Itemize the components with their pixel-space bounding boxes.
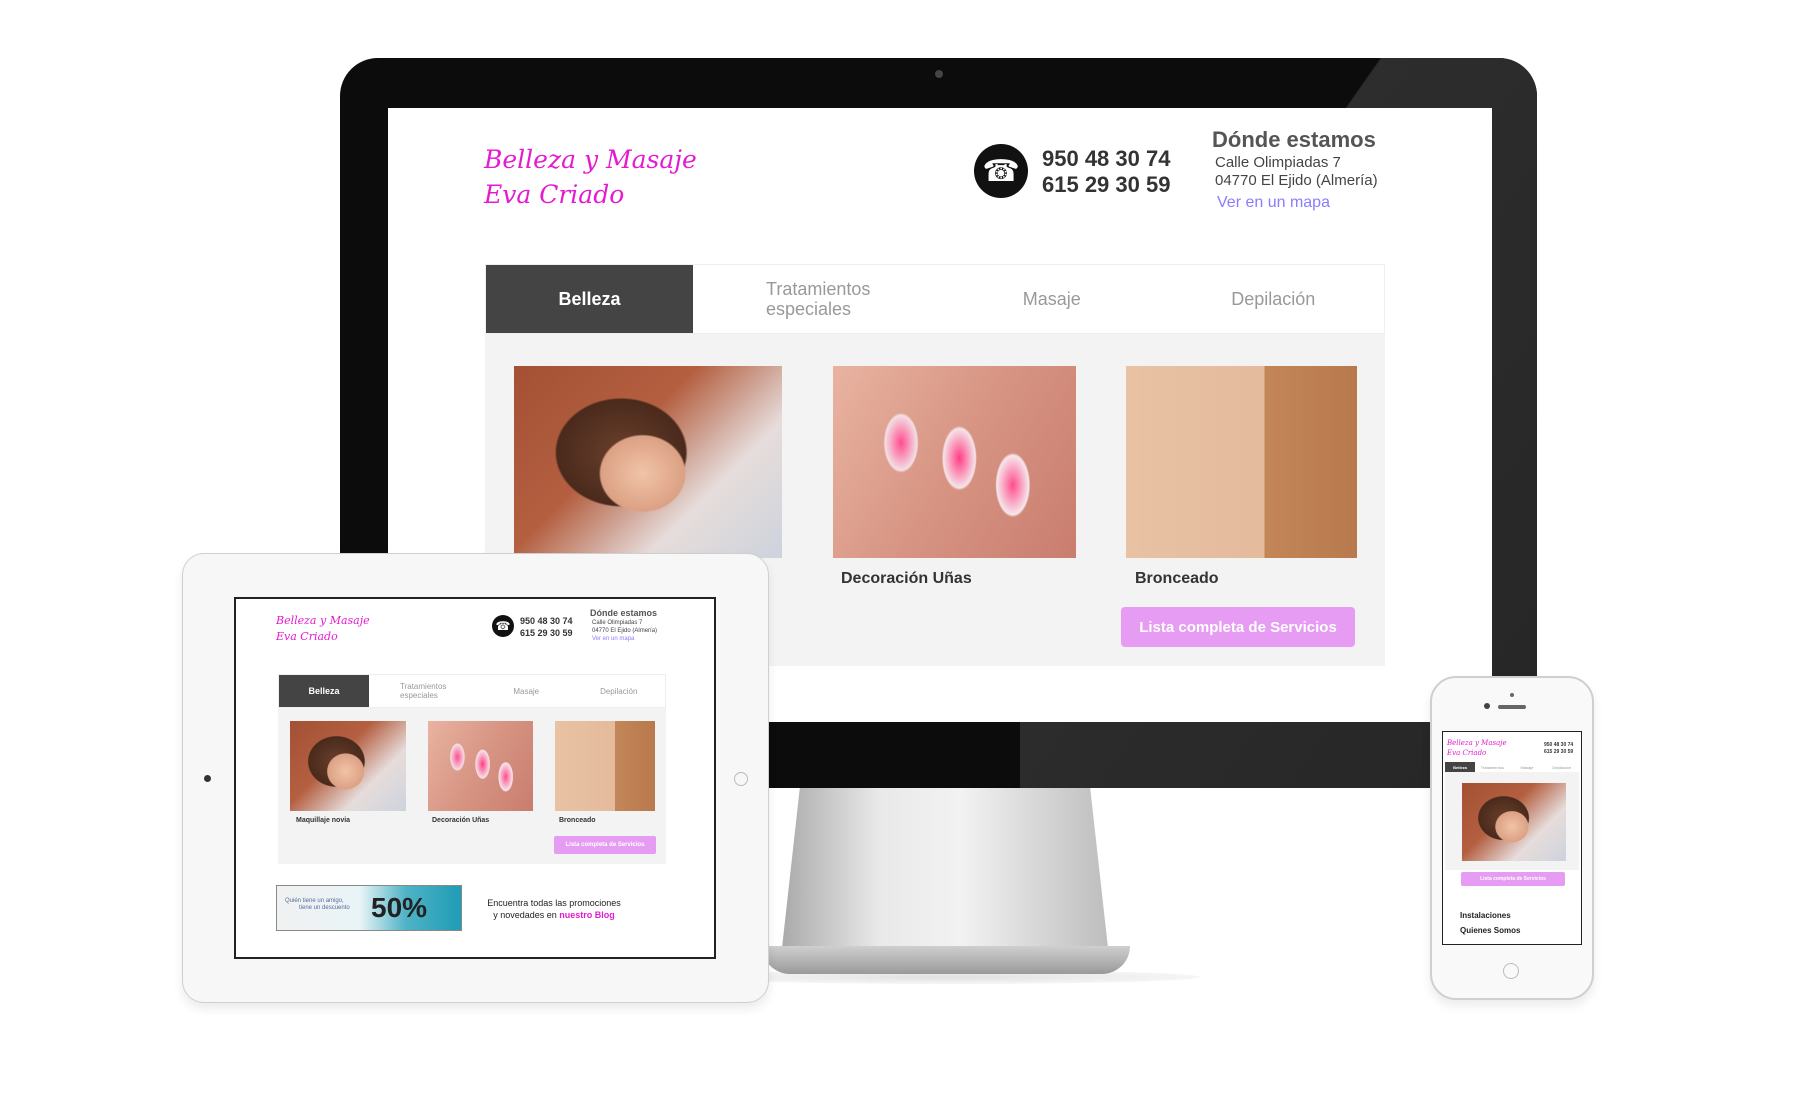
promo-text-line-1: Encuentra todas las promociones [487,898,621,908]
tab-masaje[interactable]: Masaje [941,265,1163,333]
promo-text-line-2: y novedades en [493,910,557,920]
tablet-tab-belleza[interactable]: Belleza [279,675,369,707]
tablet-location-heading: Dónde estamos [590,608,658,618]
phone-tab-depilacion[interactable]: Depilación [1544,762,1579,772]
iphone-sensor [1510,693,1514,697]
tablet-image-tan[interactable] [555,721,655,811]
phone-services-panel [1445,772,1579,870]
tablet-caption-tan[interactable]: Bronceado [559,817,596,824]
location-heading: Dónde estamos [1212,127,1376,152]
tab-tratamientos[interactable]: Tratamientos especiales [693,265,941,333]
tablet-tab-tratamientos-label: Tratamientos especiales [400,682,447,700]
tablet-services-button[interactable]: Lista completa de Servicios [554,836,656,854]
phone-tab-tratamientos[interactable]: Tratamientos [1475,762,1510,772]
tablet-map-link[interactable]: Ver en un mapa [592,635,657,644]
ipad-home-button [734,772,748,786]
phone-menu: Instalaciones Quienes Somos [1460,908,1520,938]
tablet-caption-bride[interactable]: Maquillaje novia [296,817,350,824]
tab-belleza[interactable]: Belleza [486,265,693,333]
phone-site-number-2[interactable]: 615 29 30 59 [1544,749,1573,756]
service-caption-nails[interactable]: Decoración Uñas [841,570,972,588]
tab-tratamientos-label: Tratamientos especiales [766,279,871,319]
phone-site-number-1[interactable]: 950 48 30 74 [1544,742,1573,749]
imac-camera [935,70,943,78]
location-block: Dónde estamos Calle Olimpiadas 7 04770 E… [1212,126,1378,214]
iphone-home-button [1503,963,1519,979]
logo-line-2: Eva Criado [484,180,625,209]
iphone-camera [1484,703,1490,709]
tablet-logo-line-2: Eva Criado [276,630,338,643]
promo-banner-value: 50% [371,892,428,923]
site-logo[interactable]: Belleza y Masaje Eva Criado [484,142,697,212]
promo-banner-line-2: tiene un descuento [299,905,350,911]
tablet-phone-1[interactable]: 950 48 30 74 [520,615,573,627]
tablet-logo[interactable]: Belleza y Masaje Eva Criado [276,613,370,645]
service-tabs: Belleza Tratamientos especiales Masaje D… [485,264,1385,334]
logo-line-1: Belleza y Masaje [484,145,697,174]
tablet-image-nails[interactable] [428,721,533,811]
phone-menu-item-quienes-somos[interactable]: Quienes Somos [1460,923,1520,938]
service-image-nails[interactable] [833,366,1076,558]
service-caption-tan[interactable]: Bronceado [1135,570,1219,588]
imac-stand [780,788,1110,966]
phone-service-tabs: Belleza Tratamientos Masaje Depilación [1445,762,1579,772]
tablet-caption-nails[interactable]: Decoración Uñas [432,817,489,824]
phone-screen: Belleza y Masaje Eva Criado 950 48 30 74… [1442,731,1582,945]
phone-number-1[interactable]: 950 48 30 74 [1042,146,1170,172]
tablet-service-tabs: Belleza Tratamientos especiales Masaje D… [278,674,666,708]
ipad-camera [204,775,211,782]
map-link[interactable]: Ver en un mapa [1217,192,1378,214]
imac-foot [762,946,1130,974]
tablet-phone-numbers: 950 48 30 74 615 29 30 59 [520,615,573,639]
phone-number-2[interactable]: 615 29 30 59 [1042,172,1170,198]
tablet-tab-tratamientos[interactable]: Tratamientos especiales [369,675,480,707]
phone-icon: ☎ [974,144,1028,198]
promo-banner-line-1: Quién tiene un amigo, [285,898,344,904]
tablet-phone-2[interactable]: 615 29 30 59 [520,627,573,639]
phone-tab-belleza[interactable]: Belleza [1445,762,1475,772]
phone-logo[interactable]: Belleza y Masaje Eva Criado [1447,738,1507,758]
phone-numbers: 950 48 30 74 615 29 30 59 [1042,146,1170,198]
phone-tab-masaje[interactable]: Masaje [1510,762,1545,772]
tablet-tab-masaje[interactable]: Masaje [480,675,573,707]
phone-image-bride[interactable] [1462,783,1566,861]
phone-services-button[interactable]: Lista completa de Servicios [1461,872,1565,886]
tablet-address-1: Calle Olimpiadas 7 [592,620,643,626]
promo-banner[interactable]: Quién tiene un amigo, tiene un descuento… [276,885,462,931]
address-line-1: Calle Olimpiadas 7 [1215,154,1341,171]
phone-logo-line-1: Belleza y Masaje [1447,739,1507,747]
iphone-speaker [1498,705,1526,709]
service-image-bride[interactable] [514,366,782,558]
promo-banner-text: Quién tiene un amigo, tiene un descuento [285,898,350,912]
tablet-tab-depilacion[interactable]: Depilación [573,675,666,707]
tablet-logo-line-1: Belleza y Masaje [276,614,370,627]
services-list-button[interactable]: Lista completa de Servicios [1121,607,1355,647]
tab-depilacion[interactable]: Depilación [1163,265,1385,333]
blog-link[interactable]: nuestro Blog [559,910,615,920]
tablet-services-panel: Maquillaje novia Decoración Uñas Broncea… [278,708,666,864]
tablet-address-2: 04770 El Ejido (Almería) [592,628,658,634]
tablet-image-bride[interactable] [290,721,406,811]
promo-text: Encuentra todas las promociones y noveda… [464,897,644,921]
phone-site-numbers: 950 48 30 74 615 29 30 59 [1544,742,1573,756]
address-line-2: 04770 El Ejido (Almería) [1215,172,1378,189]
service-image-tan[interactable] [1126,366,1357,558]
tablet-screen: Belleza y Masaje Eva Criado ☎ 950 48 30 … [234,597,716,959]
tablet-location: Dónde estamos Calle Olimpiadas 7 04770 E… [590,607,657,644]
tablet-phone-icon: ☎ [492,615,514,637]
phone-logo-line-2: Eva Criado [1447,749,1487,757]
phone-menu-item-instalaciones[interactable]: Instalaciones [1460,908,1520,923]
